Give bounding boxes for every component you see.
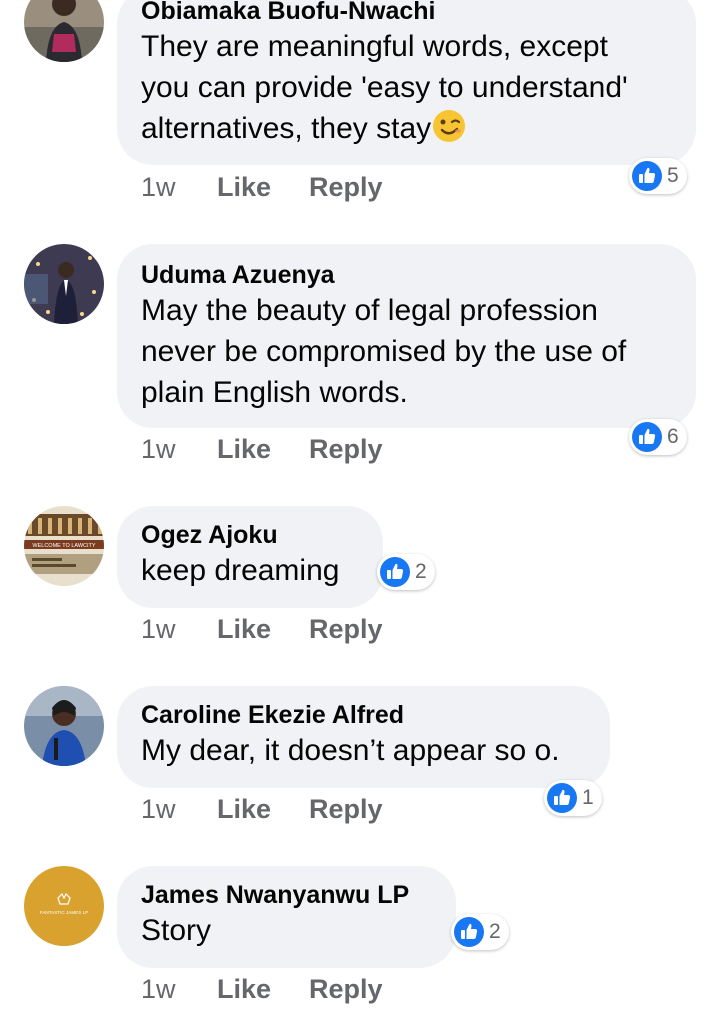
avatar[interactable]: WELCOME TO LAWCITY (24, 506, 104, 586)
timestamp[interactable]: 1w (141, 614, 176, 645)
comment-author[interactable]: James Nwanyanwu LP (141, 880, 430, 910)
reply-button[interactable]: Reply (309, 974, 383, 1005)
like-reaction-icon (380, 557, 410, 587)
timestamp[interactable]: 1w (141, 794, 176, 825)
winking-face-icon (433, 110, 466, 142)
like-button[interactable]: Like (217, 434, 271, 465)
reaction-badge[interactable]: 5 (629, 158, 687, 194)
comment-author[interactable]: Caroline Ekezie Alfred (141, 700, 584, 730)
like-reaction-icon (547, 783, 577, 813)
like-reaction-icon (632, 422, 662, 452)
comment-text: May the beauty of legal profession never… (141, 294, 627, 409)
reaction-badge[interactable]: 2 (451, 914, 509, 950)
comment-bubble: Caroline Ekezie Alfred My dear, it doesn… (117, 686, 610, 788)
timestamp[interactable]: 1w (141, 434, 176, 465)
like-button[interactable]: Like (217, 172, 271, 203)
reply-button[interactable]: Reply (309, 434, 383, 465)
reaction-count: 2 (415, 560, 427, 583)
reaction-badge[interactable]: 1 (544, 780, 602, 816)
like-reaction-icon (454, 917, 484, 947)
comment-text: Story (141, 914, 212, 947)
like-button[interactable]: Like (217, 614, 271, 645)
reply-button[interactable]: Reply (309, 614, 383, 645)
avatar[interactable]: FANTASTIC JAMES LP (24, 866, 104, 946)
avatar[interactable] (24, 686, 104, 766)
avatar-logo-text: FANTASTIC JAMES LP (40, 910, 88, 915)
avatar[interactable] (24, 244, 104, 324)
comment-author[interactable]: Ogez Ajoku (141, 520, 357, 550)
avatar-logo-text: WELCOME TO LAWCITY (32, 543, 95, 549)
comment-bubble: Ogez Ajoku keep dreaming (117, 506, 383, 608)
reaction-count: 2 (489, 920, 501, 943)
comment-bubble: James Nwanyanwu LP Story (117, 866, 456, 968)
reply-button[interactable]: Reply (309, 172, 383, 203)
like-button[interactable]: Like (217, 794, 271, 825)
reaction-count: 6 (667, 425, 679, 448)
timestamp[interactable]: 1w (141, 974, 176, 1005)
reaction-count: 5 (667, 164, 679, 187)
like-button[interactable]: Like (217, 974, 271, 1005)
reaction-badge[interactable]: 6 (629, 419, 687, 455)
comment-bubble: Obiamaka Buofu-Nwachi They are meaningfu… (117, 0, 696, 165)
reaction-badge[interactable]: 2 (377, 554, 435, 590)
like-reaction-icon (632, 161, 662, 191)
comment-author[interactable]: Uduma Azuenya (141, 260, 670, 290)
comment-text: They are meaningful words, except you ca… (141, 30, 628, 145)
comment-text: keep dreaming (141, 554, 340, 587)
comment-text: My dear, it doesn’t appear so o. (141, 734, 560, 767)
avatar[interactable] (24, 0, 104, 62)
reaction-count: 1 (582, 786, 594, 809)
reply-button[interactable]: Reply (309, 794, 383, 825)
comment-author[interactable]: Obiamaka Buofu-Nwachi (141, 0, 670, 26)
timestamp[interactable]: 1w (141, 172, 176, 203)
comment-bubble: Uduma Azuenya May the beauty of legal pr… (117, 244, 696, 428)
